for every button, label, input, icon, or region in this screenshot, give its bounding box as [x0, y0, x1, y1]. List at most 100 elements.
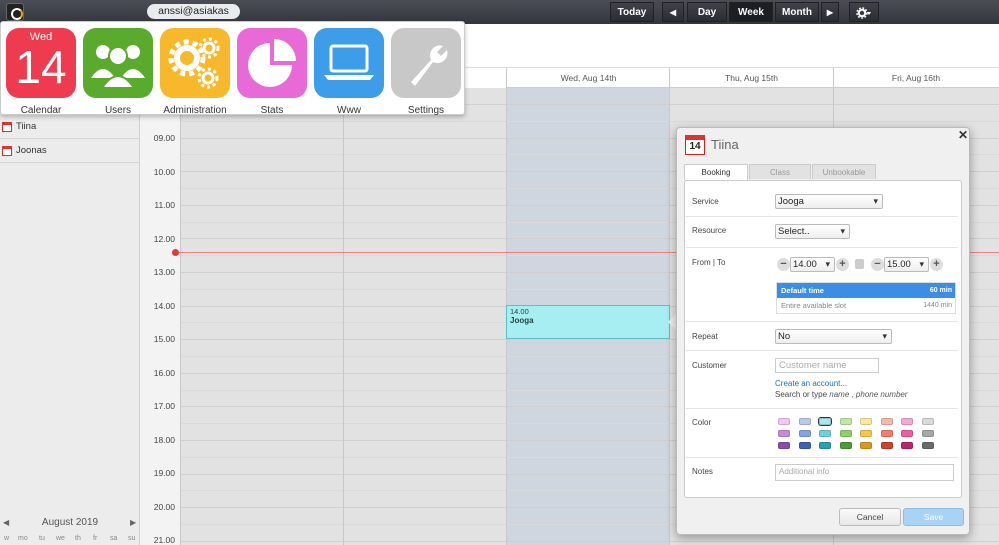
- mini-weekday: mo: [18, 535, 28, 542]
- today-button[interactable]: Today: [610, 2, 654, 22]
- resource-label: Resource: [692, 226, 727, 235]
- user-account-pill[interactable]: anssi@asiakas: [147, 4, 240, 19]
- from-to-label: From | To: [692, 258, 726, 267]
- close-icon[interactable]: ✕: [958, 128, 968, 142]
- app-administration[interactable]: Administration: [160, 28, 230, 116]
- app-settings[interactable]: Settings: [391, 28, 461, 116]
- mini-calendar-header: ◀ August 2019 ▶: [0, 516, 140, 530]
- app-logo-icon[interactable]: [6, 3, 24, 21]
- app-www[interactable]: Www: [314, 28, 384, 116]
- repeat-select[interactable]: No: [775, 329, 892, 344]
- customer-name-input[interactable]: Customer name: [775, 358, 879, 373]
- laptop-icon: [314, 28, 384, 98]
- resource-select[interactable]: Select..: [775, 224, 850, 239]
- notes-label: Notes: [692, 467, 713, 476]
- color-swatch[interactable]: [880, 418, 893, 425]
- color-swatch[interactable]: [778, 430, 790, 437]
- calendar-icon: Wed 14: [6, 28, 76, 98]
- prev-week-button[interactable]: ◀: [662, 2, 684, 22]
- service-label: Service: [692, 197, 719, 206]
- from-minus-button[interactable]: −: [777, 258, 790, 271]
- color-swatch[interactable]: [819, 430, 831, 437]
- app-label: Stats: [260, 105, 284, 116]
- view-week-button[interactable]: Week: [729, 2, 773, 22]
- mini-weekday: su: [128, 535, 136, 542]
- view-day-button[interactable]: Day: [687, 2, 727, 22]
- divider: [686, 216, 958, 217]
- from-plus-button[interactable]: +: [836, 258, 849, 271]
- color-swatch[interactable]: [901, 430, 913, 437]
- users-icon: [83, 28, 153, 98]
- color-swatch[interactable]: [818, 417, 832, 426]
- create-account-link[interactable]: Create an account...: [775, 379, 847, 388]
- color-swatch[interactable]: [901, 418, 913, 425]
- notes-textarea[interactable]: Additional info: [775, 464, 954, 481]
- resource-item-tiina[interactable]: Tiina: [0, 115, 140, 139]
- from-time-select[interactable]: 14.00: [790, 257, 835, 272]
- app-label: Calendar: [20, 105, 62, 116]
- color-swatch[interactable]: [921, 442, 934, 449]
- color-swatch[interactable]: [880, 430, 893, 437]
- color-swatch[interactable]: [798, 418, 811, 425]
- color-swatch[interactable]: [798, 430, 811, 437]
- to-time-select[interactable]: 15.00: [884, 257, 929, 272]
- mini-next-month-icon[interactable]: ▶: [130, 516, 136, 530]
- color-swatch[interactable]: [860, 442, 872, 449]
- next-week-button[interactable]: ▶: [821, 2, 839, 22]
- calendar-icon: 14: [685, 135, 705, 155]
- service-select[interactable]: Jooga: [775, 194, 883, 209]
- color-swatch[interactable]: [901, 442, 913, 449]
- mini-weekday: w: [4, 535, 10, 542]
- tab-unbookable[interactable]: Unbookable: [812, 164, 876, 179]
- mini-prev-month-icon[interactable]: ◀: [3, 516, 9, 530]
- time-label: 16.00: [153, 367, 175, 378]
- color-swatch[interactable]: [860, 418, 872, 425]
- tab-class[interactable]: Class: [749, 164, 811, 179]
- duration-option-default[interactable]: Default time 60 min: [777, 283, 955, 298]
- color-swatch[interactable]: [860, 430, 872, 437]
- to-minus-button[interactable]: −: [871, 258, 884, 271]
- color-swatch[interactable]: [839, 430, 852, 437]
- color-label: Color: [692, 418, 712, 427]
- customer-search-hint: Search or type name , phone number: [775, 390, 908, 399]
- time-label: 21.00: [153, 535, 175, 545]
- booking-event[interactable]: 14.00 Jooga: [506, 305, 670, 339]
- dialog-title: Tiina: [711, 137, 739, 152]
- app-launcher-menu: Wed 14 Calendar Users Administration Sta…: [0, 21, 465, 116]
- color-swatch[interactable]: [839, 442, 852, 449]
- color-swatch[interactable]: [839, 418, 852, 425]
- grid-line: [180, 120, 999, 122]
- divider: [686, 247, 958, 248]
- time-label: 19.00: [153, 468, 175, 478]
- lock-icon[interactable]: [855, 259, 864, 269]
- divider: [686, 350, 958, 351]
- color-swatch[interactable]: [921, 418, 934, 425]
- settings-menu-button[interactable]: [849, 2, 879, 22]
- view-month-button[interactable]: Month: [775, 2, 819, 22]
- color-swatch[interactable]: [778, 442, 790, 449]
- to-plus-button[interactable]: +: [930, 258, 943, 271]
- time-label: 12.00: [153, 233, 175, 244]
- color-swatch[interactable]: [880, 442, 893, 449]
- app-stats[interactable]: Stats: [237, 28, 307, 116]
- time-label: 13.00: [153, 267, 175, 277]
- color-swatch[interactable]: [921, 430, 934, 437]
- mini-weekday: th: [75, 535, 81, 542]
- app-calendar[interactable]: Wed 14 Calendar: [6, 28, 76, 116]
- app-users[interactable]: Users: [83, 28, 153, 116]
- color-swatch[interactable]: [819, 442, 831, 449]
- save-button[interactable]: Save: [903, 508, 964, 526]
- resource-item-joonas[interactable]: Joonas: [0, 139, 140, 163]
- resource-label: Tiina: [16, 121, 37, 132]
- divider: [686, 457, 958, 458]
- cancel-button[interactable]: Cancel: [839, 508, 901, 526]
- app-label: Www: [337, 105, 361, 116]
- mini-weekday-row: w mo tu we th fr sa su: [0, 535, 140, 545]
- duration-option-entire-slot[interactable]: Entire available slot 1440 min: [777, 298, 955, 313]
- customer-label: Customer: [692, 361, 727, 370]
- color-swatch[interactable]: [778, 418, 790, 425]
- time-label: 14.00: [153, 300, 175, 311]
- tab-booking[interactable]: Booking: [684, 164, 748, 180]
- color-swatch[interactable]: [798, 442, 811, 449]
- time-label: 15.00: [153, 334, 175, 344]
